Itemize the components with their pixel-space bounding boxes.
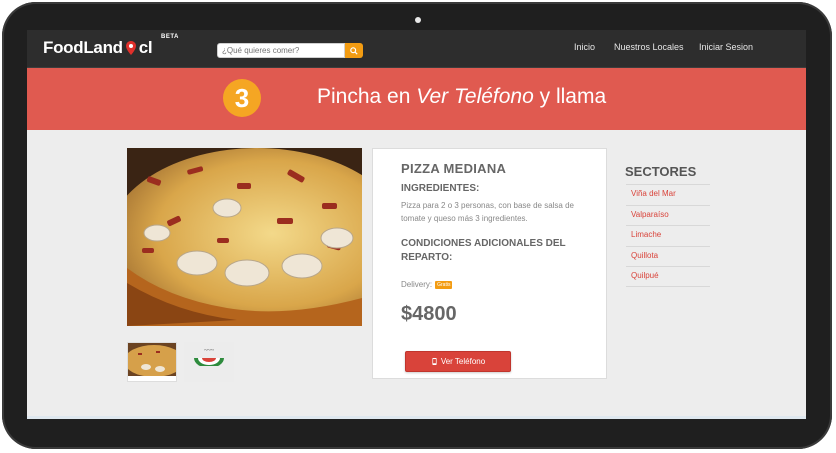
- product-card: PIZZA MEDIANA INGREDIENTES: Pizza para 2…: [372, 148, 607, 379]
- search-input[interactable]: [217, 43, 345, 58]
- navbar: FoodLand cl BETA Inicio Nuestros Local: [27, 30, 806, 68]
- thumbnail-logo[interactable]: ~~~: [184, 342, 234, 382]
- ingredients-label: INGREDIENTES:: [401, 183, 480, 194]
- map-pin-icon: [125, 41, 136, 55]
- sector-link-valparaiso[interactable]: Valparaíso: [626, 204, 710, 226]
- thumbnail-pizza[interactable]: [127, 342, 177, 382]
- logo-text: FoodLand: [43, 38, 123, 57]
- sector-link-vina[interactable]: Viña del Mar: [626, 184, 710, 205]
- sector-link-limache[interactable]: Limache: [626, 225, 710, 246]
- logo[interactable]: FoodLand cl: [43, 38, 153, 58]
- step-number-badge: 3: [223, 79, 261, 117]
- delivery-label: Delivery:: [401, 280, 433, 289]
- sectors-list: Viña del Mar Valparaíso Limache Quillota…: [626, 184, 710, 287]
- conditions-label: CONDICIONES ADICIONALES DEL REPARTO:: [401, 238, 566, 263]
- product-title: PIZZA MEDIANA: [401, 161, 507, 176]
- ingredients-text: Pizza para 2 o 3 personas, con base de s…: [401, 201, 574, 223]
- sector-link-quilpue[interactable]: Quilpué: [626, 266, 710, 287]
- sector-link-quillota[interactable]: Quillota: [626, 245, 710, 267]
- pizza-photo: [127, 148, 362, 326]
- footer-strip: [27, 416, 806, 419]
- nav-link-login[interactable]: Iniciar Sesion: [699, 42, 753, 52]
- search-button[interactable]: [345, 43, 363, 58]
- svg-text:~~~: ~~~: [204, 348, 214, 354]
- phone-icon: [432, 358, 437, 365]
- ver-telefono-label: Ver Teléfono: [440, 357, 486, 366]
- tablet-frame: FoodLand cl BETA Inicio Nuestros Local: [2, 2, 832, 449]
- banner-text: Pincha en Ver Teléfono y llama: [317, 85, 607, 108]
- search-icon: [350, 46, 358, 55]
- product-image: [127, 148, 362, 326]
- screen: FoodLand cl BETA Inicio Nuestros Local: [27, 30, 806, 419]
- ver-telefono-button[interactable]: Ver Teléfono: [405, 351, 511, 372]
- instruction-banner: 3 Pincha en Ver Teléfono y llama: [27, 68, 806, 130]
- logo-domain: cl: [138, 38, 153, 57]
- nav-link-locales[interactable]: Nuestros Locales: [614, 42, 684, 52]
- beta-badge: BETA: [161, 34, 179, 40]
- delivery-info: Delivery: Gratis: [401, 280, 453, 289]
- sectors-title: SECTORES: [625, 164, 697, 179]
- camera-dot: [415, 17, 421, 23]
- nav-link-inicio[interactable]: Inicio: [574, 42, 595, 52]
- product-price: $4800: [401, 303, 457, 325]
- delivery-badge: Gratis: [435, 280, 453, 289]
